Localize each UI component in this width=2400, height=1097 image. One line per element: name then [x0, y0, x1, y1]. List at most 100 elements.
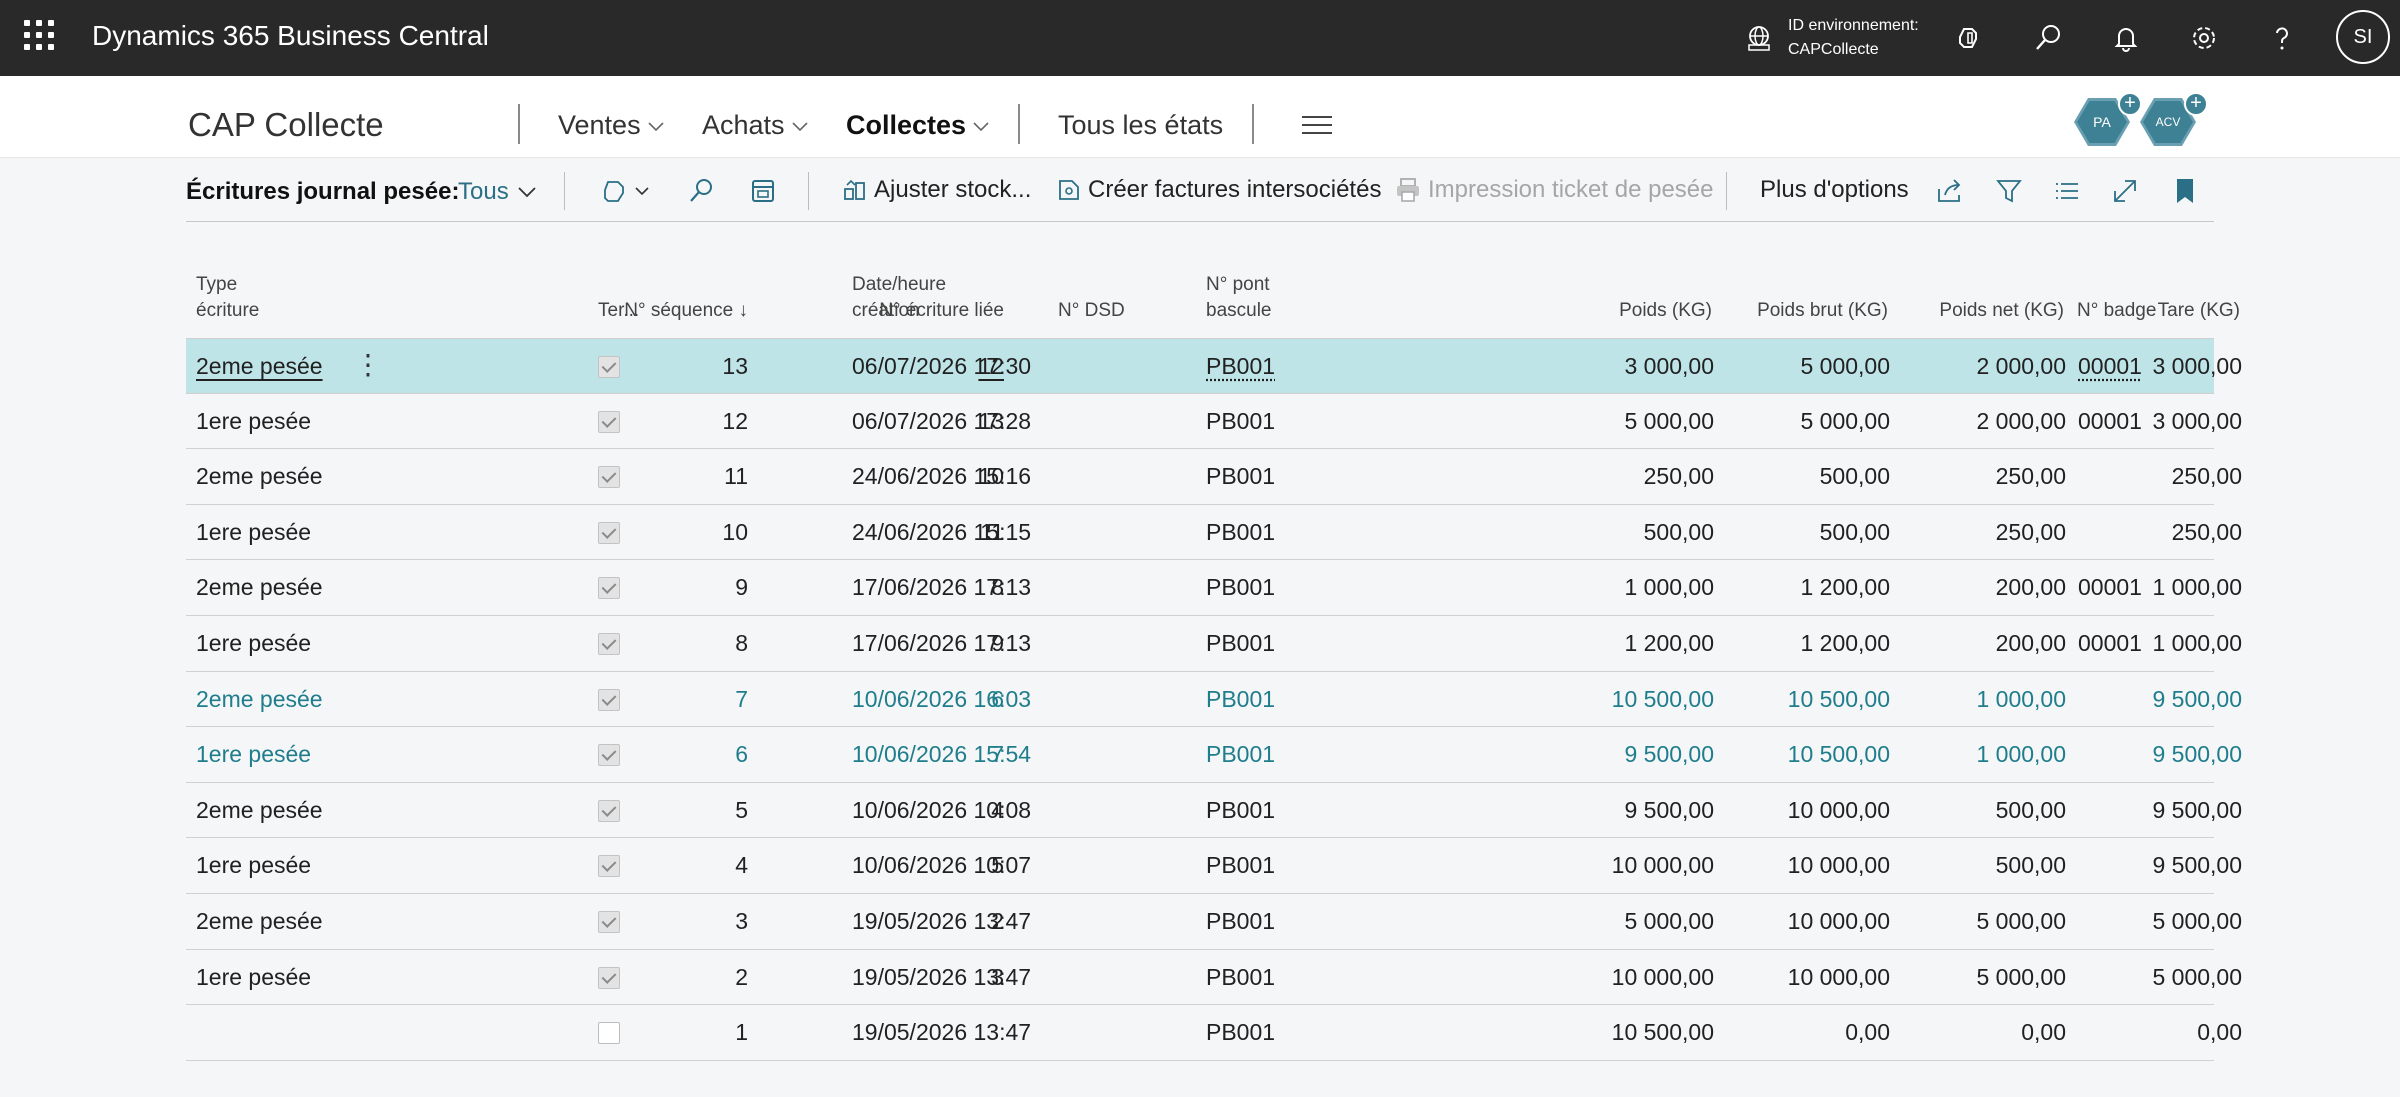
weighbridge-number-cell: PB001 — [1206, 741, 1276, 768]
view-filter-dropdown[interactable]: Tous — [458, 178, 537, 206]
adjust-stock-button[interactable]: Ajuster stock... — [842, 176, 1031, 204]
nav-item-collectes[interactable]: Collectes — [846, 110, 990, 141]
badge-number-cell[interactable]: 00001 — [2078, 339, 2142, 394]
expand-icon[interactable] — [2108, 174, 2142, 208]
entry-type-cell: 2eme pesée — [196, 685, 323, 712]
col-header-ter[interactable]: Ter... — [598, 298, 639, 324]
header-text: Date/heure — [852, 274, 947, 295]
weighbridge-number-cell[interactable]: PB001 — [1206, 339, 1275, 394]
col-header-linked-entry[interactable]: N° écriture liée — [666, 298, 1004, 324]
nav-item-label: Achats — [702, 110, 785, 140]
badge-number-cell: 00001 — [2078, 407, 2142, 434]
nav-item-ventes[interactable]: Ventes — [558, 110, 665, 141]
weighbridge-number-cell: PB001 — [1206, 963, 1276, 990]
table-body: 2eme pesée 13 12 06/07/2026 17:30 PB001 3 000… — [186, 338, 2242, 1061]
table-row[interactable]: 2eme pesée 9 8 17/06/2026 17:13 PB001 1 000,0… — [186, 560, 2242, 616]
entry-type-cell: 1ere pesée — [196, 852, 312, 879]
search-icon[interactable] — [2028, 18, 2068, 58]
printer-icon — [1397, 178, 1419, 202]
entry-type-cell: 2eme pesée — [196, 574, 323, 601]
role-badge-pa[interactable]: PA + — [2074, 92, 2142, 146]
created-datetime-cell: 24/06/2026 15:15 — [852, 518, 1032, 545]
table-row[interactable]: 1 19/05/2026 13:47 PB001 10 500,00 0,00 0,00 0… — [186, 1005, 2242, 1061]
entry-type-cell: 2eme pesée — [196, 907, 323, 934]
create-intercompany-invoices-button[interactable]: Créer factures intersociétés — [1056, 176, 1381, 204]
table-row[interactable]: 2eme pesée 5 4 10/06/2026 10:08 PB001 9 500,0… — [186, 783, 2242, 839]
entry-type-cell: 1ere pesée — [196, 407, 312, 434]
finished-checkbox — [598, 410, 620, 433]
table-row[interactable]: 2eme pesée 11 10 24/06/2026 15:16 PB001 250,0… — [186, 449, 2242, 505]
entry-type-cell: 1ere pesée — [196, 741, 312, 768]
edit-list-icon[interactable] — [746, 174, 780, 208]
table-row[interactable]: 1ere pesée 10 11 24/06/2026 15:15 PB001 500,0… — [186, 505, 2242, 561]
share-icon[interactable] — [1932, 174, 1966, 208]
adjust-stock-label: Ajuster stock... — [874, 176, 1032, 203]
print-ticket-label: Impression ticket de pesée — [1428, 176, 1714, 203]
col-header-type[interactable]: Type écriture — [196, 272, 259, 324]
tare-kg-cell: 9 500,00 — [2152, 796, 2242, 823]
role-badge-acv[interactable]: ACV + — [2140, 92, 2208, 146]
search-icon[interactable] — [684, 174, 718, 208]
created-datetime-cell: 19/05/2026 13:47 — [852, 1019, 1032, 1046]
table-row[interactable]: 1ere pesée 6 7 10/06/2026 15:54 PB001 9 500,0… — [186, 727, 2242, 783]
finished-checkbox — [598, 466, 620, 489]
col-header-dsd[interactable]: N° DSD — [1058, 298, 1125, 324]
header-text: Tare (KG) — [2157, 300, 2240, 321]
badge-number-cell: 00001 — [2078, 574, 2142, 601]
list-view-icon[interactable] — [2050, 174, 2084, 208]
copilot-actions-icon[interactable] — [600, 174, 660, 208]
toolbar-divider — [564, 172, 565, 210]
table-row[interactable]: 1ere pesée 2 3 19/05/2026 13:47 PB001 10 000,… — [186, 950, 2242, 1006]
plus-icon: + — [2118, 92, 2142, 116]
table-row[interactable]: 1ere pesée 4 5 10/06/2026 10:07 PB001 10 000,… — [186, 838, 2242, 894]
environment-value: CAPCollecte — [1788, 41, 1879, 58]
app-launcher-icon[interactable] — [24, 20, 54, 50]
header-text: création — [852, 300, 920, 321]
table-row[interactable]: 1ere pesée 8 9 17/06/2026 17:13 PB001 1 200,0… — [186, 616, 2242, 672]
copilot-icon[interactable] — [1950, 18, 1990, 58]
col-header-tare[interactable]: Tare (KG) — [1906, 298, 2240, 324]
created-datetime-cell: 19/05/2026 13:47 — [852, 907, 1032, 934]
tare-kg-cell: 5 000,00 — [2152, 963, 2242, 990]
tare-kg-cell: 1 000,00 — [2152, 574, 2242, 601]
bell-icon[interactable] — [2106, 18, 2146, 58]
print-weighing-ticket-button[interactable]: Impression ticket de pesée — [1394, 176, 1713, 204]
created-datetime-cell: 10/06/2026 16:03 — [852, 685, 1032, 712]
table-row[interactable]: 2eme pesée 13 12 06/07/2026 17:30 PB001 3 000… — [186, 338, 2242, 394]
help-icon[interactable] — [2262, 18, 2302, 58]
created-datetime-cell: 10/06/2026 15:54 — [852, 741, 1032, 768]
table-row[interactable]: 1ere pesée 12 13 06/07/2026 17:28 PB001 5 000… — [186, 394, 2242, 450]
col-header-badge[interactable]: N° badge — [2077, 298, 2156, 324]
entry-type-cell: 1ere pesée — [196, 518, 312, 545]
tare-kg-cell: 5 000,00 — [2152, 907, 2242, 934]
nav-item-tous-les-etats[interactable]: Tous les états — [1058, 110, 1223, 141]
entry-type-cell[interactable]: 2eme pesée — [196, 339, 323, 394]
weighbridge-number-cell: PB001 — [1206, 852, 1276, 879]
table-row[interactable]: 2eme pesée 7 6 10/06/2026 16:03 PB001 10 500,… — [186, 672, 2242, 728]
col-header-date[interactable]: Date/heure création — [852, 272, 946, 324]
more-options-button[interactable]: Plus d'options — [1760, 176, 1909, 204]
finished-checkbox — [598, 632, 620, 655]
company-name[interactable]: CAP Collecte — [188, 106, 384, 144]
chevron-down-icon — [648, 121, 664, 131]
app-title[interactable]: Dynamics 365 Business Central — [92, 20, 489, 52]
finished-checkbox — [598, 799, 620, 822]
weighbridge-number-cell: PB001 — [1206, 518, 1276, 545]
tare-kg-cell: 3 000,00 — [2152, 407, 2242, 434]
hamburger-menu-icon[interactable] — [1302, 116, 1332, 140]
chevron-down-icon — [791, 121, 808, 131]
environment-info[interactable]: ID environnement: CAPCollecte — [1744, 14, 1919, 62]
gear-icon[interactable] — [2184, 18, 2224, 58]
table-row[interactable]: 2eme pesée 3 2 19/05/2026 13:47 PB001 5 000,0… — [186, 894, 2242, 950]
header-text: N° badge — [2077, 300, 2157, 321]
entry-type-cell: 1ere pesée — [196, 629, 312, 656]
nav-item-label: Ventes — [558, 110, 641, 140]
col-header-pont[interactable]: N° pont bascule — [1206, 272, 1272, 324]
nav-item-achats[interactable]: Achats — [702, 110, 809, 141]
bookmark-icon[interactable] — [2168, 174, 2202, 208]
badge-number-cell: 00001 — [2078, 629, 2142, 656]
user-avatar[interactable]: SI — [2336, 10, 2390, 64]
filter-icon[interactable] — [1992, 174, 2026, 208]
row-actions-kebab-icon[interactable]: ⋮ — [354, 339, 382, 394]
weighbridge-number-cell: PB001 — [1206, 629, 1276, 656]
